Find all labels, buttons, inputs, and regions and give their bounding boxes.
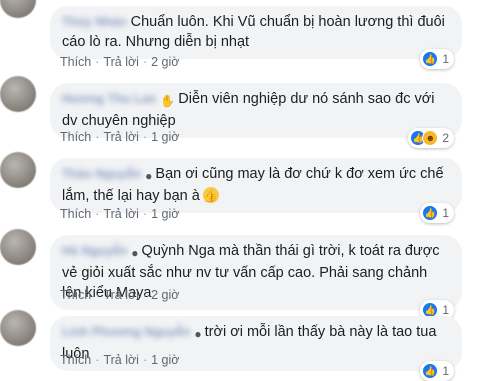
badge-icon: ● [145,169,153,183]
comment-actions: Thích · Trả lời · 1 giờ [60,207,179,221]
comment-bubble: Thúy Nhàn Chuẩn luôn. Khi Vũ chuẩn bị hoà… [50,6,462,69]
avatar[interactable] [0,152,36,188]
reply-link[interactable]: Trả lời [103,55,139,69]
haha-reaction-icon: ☻ [422,130,439,146]
like-reaction-icon: 👍 [422,51,439,67]
reaction-count: 1 [442,206,449,220]
hand-icon: ✋ [160,94,176,108]
reaction-summary[interactable]: 👍 1 [420,203,454,223]
like-link[interactable]: Thích [60,55,91,69]
reaction-summary[interactable]: 👍 ☻ 2 [408,128,454,148]
comment-author[interactable]: Thảo Nguyễn [62,164,141,184]
comment-actions: Thích · Trả lời · 2 giờ [60,55,179,69]
comment-author[interactable]: Thúy Nhàn [62,12,127,32]
separator-dot: · [142,55,148,69]
like-link[interactable]: Thích [60,353,91,367]
badge-icon: ● [194,327,202,341]
reply-link[interactable]: Trả lời [103,353,139,367]
comment-time[interactable]: 2 giờ [151,55,179,69]
reaction-summary[interactable]: 👍 1 [420,49,454,69]
separator-dot: · [95,130,100,144]
comment-time[interactable]: 2 giờ [151,288,179,302]
like-link[interactable]: Thích [60,207,91,221]
like-reaction-icon: 👍 [422,363,439,379]
reply-link[interactable]: Trả lời [103,207,139,221]
thumbs-up-emoji-icon [202,186,219,206]
separator-dot: · [95,288,100,302]
avatar[interactable] [0,0,36,18]
separator-dot: · [95,55,100,69]
reply-link[interactable]: Trả lời [103,288,139,302]
avatar[interactable] [0,310,36,346]
comment-actions: Thích · Trả lời · 2 giờ [60,288,179,302]
comment-author[interactable]: Linh Phương Nguyễn [62,322,190,342]
reply-link[interactable]: Trả lời [103,130,139,144]
separator-dot: · [142,130,148,144]
comment-bubble: Thảo Nguyễn ● Bạn ơi cũng may là đơ chứ k … [50,158,462,223]
comment-actions: Thích · Trả lời · 1 giờ [60,353,179,367]
separator-dot: · [142,288,148,302]
reaction-count: 2 [442,131,449,145]
comment-time[interactable]: 1 giờ [151,207,179,221]
reaction-count: 1 [442,52,449,66]
separator-dot: · [95,353,100,367]
avatar[interactable] [0,229,36,265]
reaction-count: 1 [442,364,449,378]
comment-time[interactable]: 1 giờ [151,353,179,367]
reaction-summary[interactable]: 👍 1 [420,361,454,381]
separator-dot: · [142,353,148,367]
comment-author[interactable]: Hương Thu Lan [62,89,156,109]
comment-time[interactable]: 1 giờ [151,130,179,144]
separator-dot: · [142,207,148,221]
comment-author[interactable]: Hà Nguyễn [62,241,127,261]
like-link[interactable]: Thích [60,288,91,302]
separator-dot: · [95,207,100,221]
avatar[interactable] [0,76,36,112]
badge-icon: ● [131,246,139,260]
comment-actions: Thích · Trả lời · 1 giờ [60,130,179,144]
like-link[interactable]: Thích [60,130,91,144]
like-reaction-icon: 👍 [422,205,439,221]
